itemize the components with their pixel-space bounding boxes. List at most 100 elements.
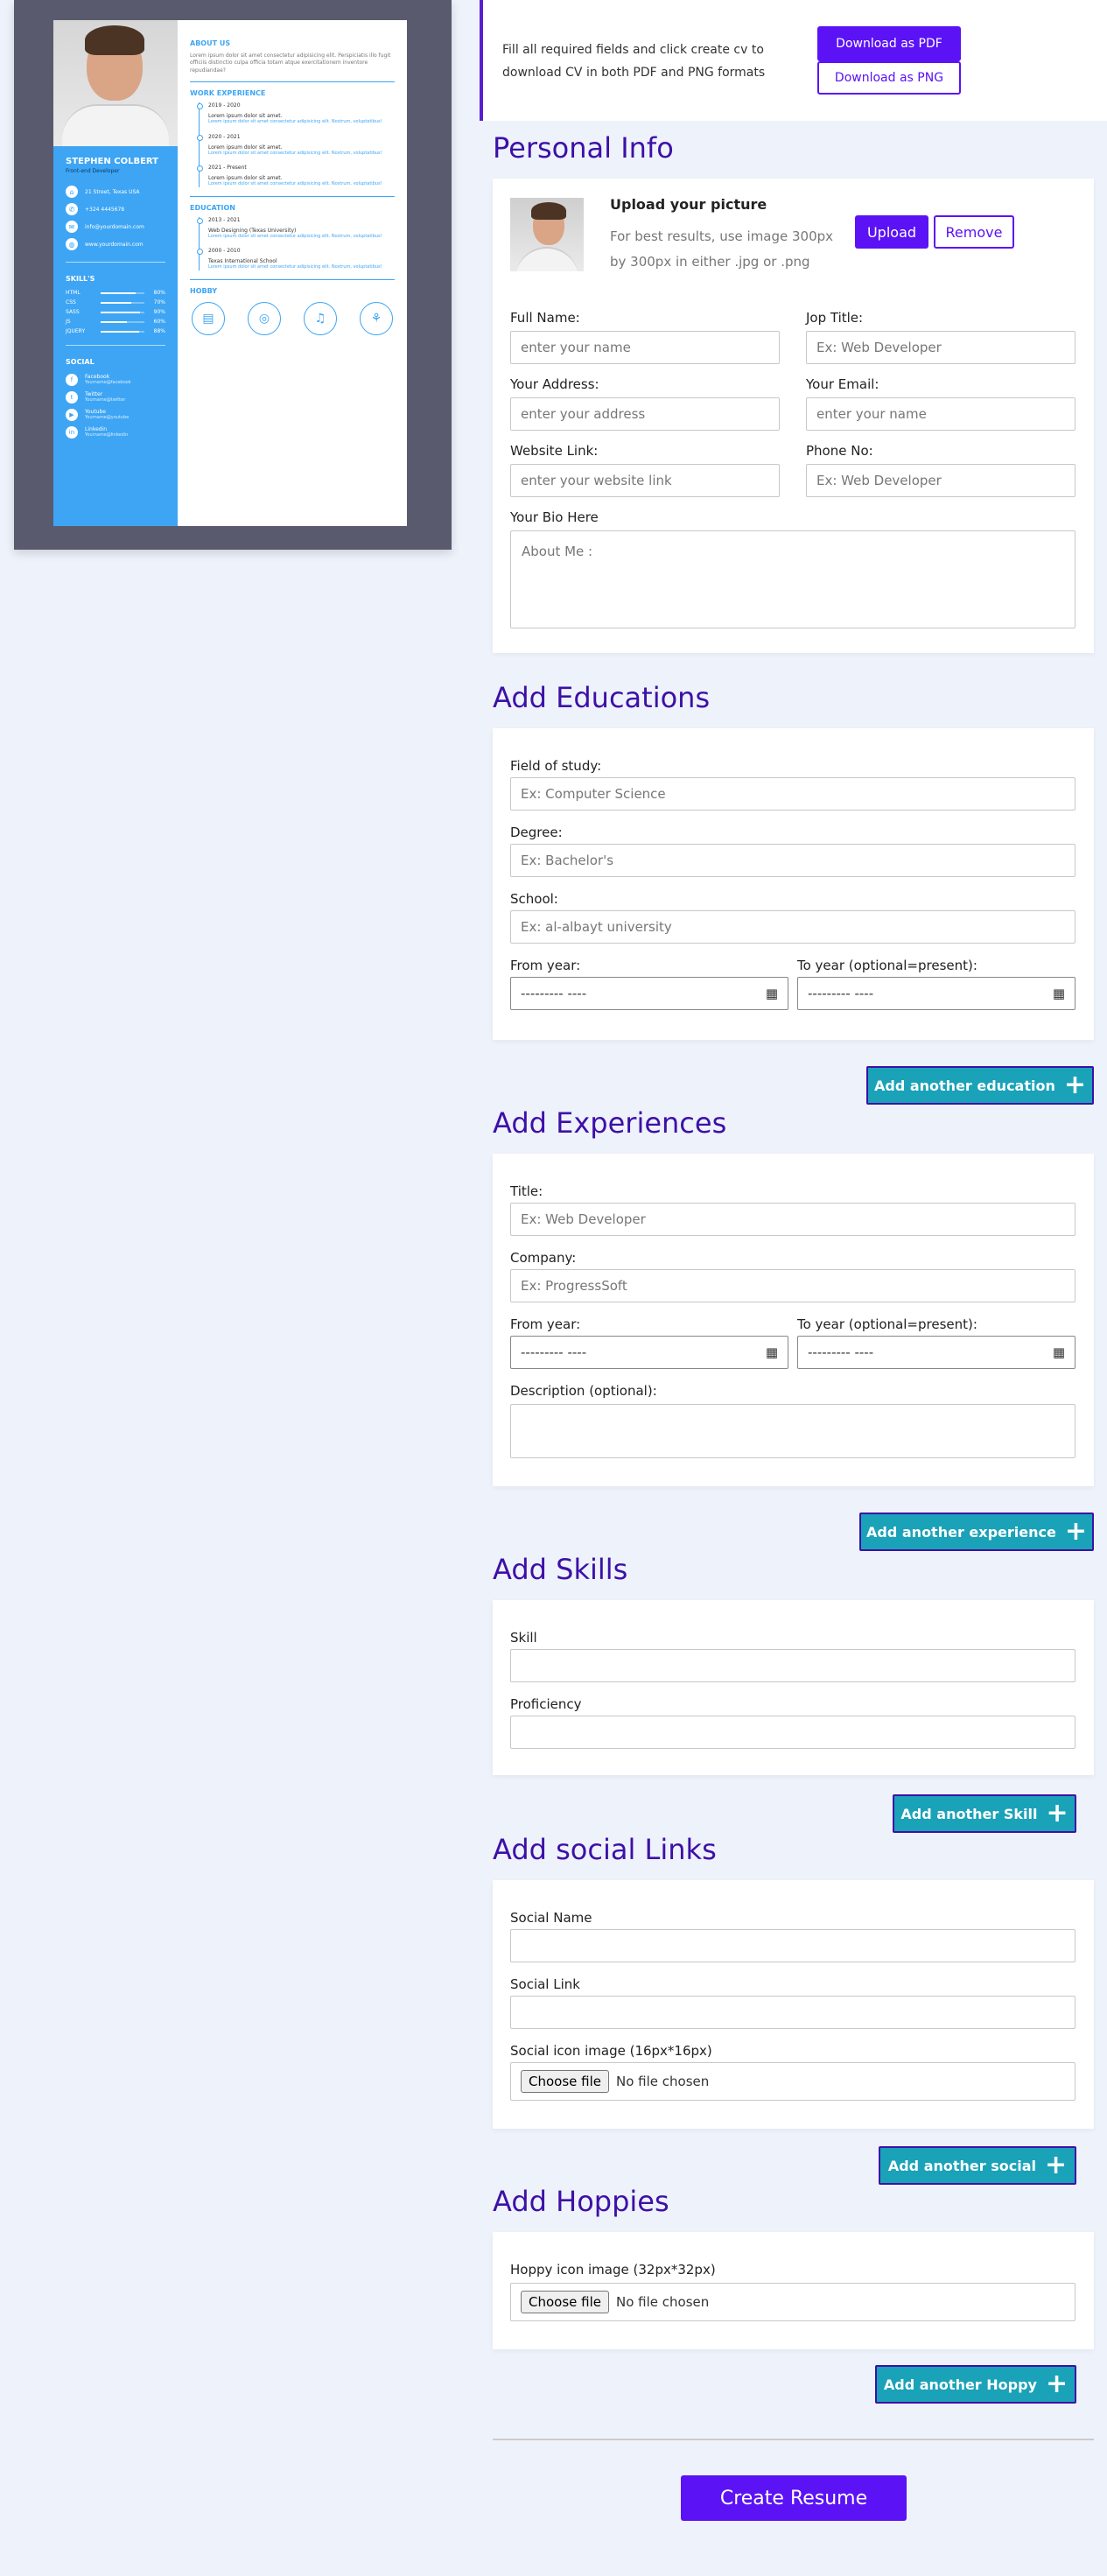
address-label: Your Address:: [510, 376, 599, 392]
cv-social-item: f Facebook Yourname@facebook: [53, 371, 178, 389]
cv-about-title: ABOUT US: [190, 39, 231, 47]
bio-label: Your Bio Here: [510, 509, 599, 525]
job-title-input[interactable]: Ex: Web Developer: [806, 331, 1075, 364]
exp-title-label: Title:: [510, 1183, 543, 1199]
calendar-icon[interactable]: ▦: [766, 1344, 778, 1360]
social-name-input[interactable]: [510, 1929, 1075, 1962]
educations-title: Add Educations: [493, 681, 711, 714]
home-icon: ⌂: [66, 186, 78, 198]
add-social-button[interactable]: Add another social +: [879, 2146, 1076, 2185]
proficiency-input[interactable]: [510, 1716, 1075, 1749]
company-input[interactable]: Ex: ProgressSoft: [510, 1269, 1075, 1302]
cv-hobbies: ▤ ◎ ♫ ⚘: [190, 301, 395, 335]
school-input[interactable]: Ex: al-albayt university: [510, 910, 1075, 944]
skill-input[interactable]: [510, 1649, 1075, 1682]
description-textarea[interactable]: [510, 1404, 1075, 1458]
social-card: Social Name Social Link Social icon imag…: [493, 1880, 1094, 2129]
plus-icon: +: [1064, 1516, 1087, 1547]
facebook-icon: f: [66, 374, 78, 386]
cv-sidebar: STEPHEN COLBERT Front-end Developer ⌂ 21 …: [53, 20, 178, 526]
exp-from-date-input[interactable]: --------- ---- ▦: [510, 1336, 788, 1369]
create-resume-button[interactable]: Create Resume: [681, 2475, 907, 2521]
remove-button[interactable]: Remove: [934, 215, 1014, 249]
address-input[interactable]: enter your address: [510, 397, 780, 431]
phone-input[interactable]: Ex: Web Developer: [806, 464, 1075, 497]
upload-hint: For best results, use image 300px by 300…: [610, 228, 834, 270]
skill-label: Skill: [510, 1630, 537, 1646]
add-education-button[interactable]: Add another education +: [866, 1066, 1094, 1105]
description-label: Description (optional):: [510, 1383, 657, 1399]
exp-from-label: From year:: [510, 1316, 581, 1332]
field-of-study-input[interactable]: Ex: Computer Science: [510, 777, 1075, 811]
social-link-input[interactable]: [510, 1996, 1075, 2029]
social-icon-label: Social icon image (16px*16px): [510, 2043, 712, 2059]
running-icon: ⚘: [360, 301, 393, 335]
cv-contact-email: ✉ info@yourdomain.com: [53, 218, 178, 235]
experiences-title: Add Experiences: [493, 1106, 727, 1140]
mail-icon: ✉: [66, 221, 78, 233]
website-input[interactable]: enter your website link: [510, 464, 780, 497]
cv-social-item: in Linkedin Yourname@linkedin: [53, 424, 178, 441]
cv-contact-web: ◍ www.yourdomain.com: [53, 235, 178, 253]
twitter-icon: t: [66, 391, 78, 404]
website-label: Website Link:: [510, 443, 599, 459]
social-links-title: Add social Links: [493, 1833, 717, 1866]
cv-sheet: STEPHEN COLBERT Front-end Developer ⌂ 21 …: [53, 20, 407, 526]
edu-to-label: To year (optional=present):: [797, 958, 977, 973]
social-icon-file-input[interactable]: Choose file No file chosen: [510, 2062, 1075, 2101]
add-skill-button[interactable]: Add another Skill +: [893, 1794, 1076, 1833]
personal-info-card: Upload your picture For best results, us…: [493, 179, 1094, 653]
cv-social-title: SOCIAL: [66, 345, 165, 371]
skills-card: Skill Proficiency: [493, 1600, 1094, 1775]
calendar-icon[interactable]: ▦: [1053, 1344, 1065, 1360]
hobby-icon-label: Hoppy icon image (32px*32px): [510, 2262, 716, 2278]
proficiency-label: Proficiency: [510, 1696, 582, 1712]
calendar-icon[interactable]: ▦: [766, 986, 778, 1001]
phone-icon: ✆: [66, 203, 78, 215]
upload-button[interactable]: Upload: [855, 215, 928, 249]
hobby-icon-file-input[interactable]: Choose file No file chosen: [510, 2283, 1075, 2321]
plus-icon: +: [1063, 1070, 1087, 1100]
email-input[interactable]: enter your name: [806, 397, 1075, 431]
phone-label: Phone No:: [806, 443, 873, 459]
hobbies-card: Hoppy icon image (32px*32px) Choose file…: [493, 2232, 1094, 2349]
full-name-label: Full Name:: [510, 310, 580, 326]
download-png-button[interactable]: Download as PNG: [817, 61, 961, 95]
upload-title: Upload your picture: [610, 196, 767, 213]
email-label: Your Email:: [806, 376, 879, 392]
choose-file-button[interactable]: Choose file: [521, 2291, 609, 2313]
company-label: Company:: [510, 1250, 577, 1266]
download-bar: Fill all required fields and click creat…: [480, 0, 1107, 121]
plus-icon: +: [1045, 2369, 1068, 2399]
degree-input[interactable]: Ex: Bachelor's: [510, 844, 1075, 877]
download-pdf-button[interactable]: Download as PDF: [817, 26, 961, 61]
cv-main: ABOUT US Lorem ipsum dolor sit amet cons…: [178, 20, 407, 526]
cv-hobby-title: HOBBY: [190, 286, 218, 295]
calendar-icon[interactable]: ▦: [1053, 986, 1065, 1001]
add-experience-button[interactable]: Add another experience +: [859, 1513, 1094, 1551]
cv-social-item: ▶ Youtube Yourname@youtube: [53, 406, 178, 424]
full-name-input[interactable]: enter your name: [510, 331, 780, 364]
skills-title: Add Skills: [493, 1553, 628, 1586]
music-icon: ♫: [304, 301, 337, 335]
degree-label: Degree:: [510, 825, 563, 840]
cv-edu-item: 2013 - 2021 Web Designing (Texas Universi…: [197, 217, 395, 240]
youtube-icon: ▶: [66, 409, 78, 421]
cv-skill: JS 60%: [66, 319, 165, 325]
choose-file-button[interactable]: Choose file: [521, 2070, 609, 2093]
cv-edu-item: 2000 - 2010 Texas International School Lor…: [197, 248, 395, 270]
add-hobby-button[interactable]: Add another Hoppy +: [875, 2365, 1076, 2404]
cv-work-item: 2019 - 2020 Lorem ipsum dolor sit amet. Lo…: [197, 102, 395, 125]
cv-edu-timeline: 2013 - 2021 Web Designing (Texas Universi…: [197, 216, 395, 270]
cv-work-item: 2020 - 2021 Lorem ipsum dolor sit amet. Lo…: [197, 134, 395, 157]
job-title-label: Jop Title:: [806, 310, 864, 326]
bio-textarea[interactable]: About Me :: [510, 530, 1075, 628]
exp-title-input[interactable]: Ex: Web Developer: [510, 1203, 1075, 1236]
exp-to-date-input[interactable]: --------- ---- ▦: [797, 1336, 1075, 1369]
edu-to-date-input[interactable]: --------- ---- ▦: [797, 977, 1075, 1010]
cv-skill: CSS 70%: [66, 299, 165, 305]
field-of-study-label: Field of study:: [510, 758, 602, 774]
personal-info-title: Personal Info: [493, 131, 674, 165]
edu-from-date-input[interactable]: --------- ---- ▦: [510, 977, 788, 1010]
cv-work-item: 2021 - Present Lorem ipsum dolor sit amet…: [197, 165, 395, 187]
